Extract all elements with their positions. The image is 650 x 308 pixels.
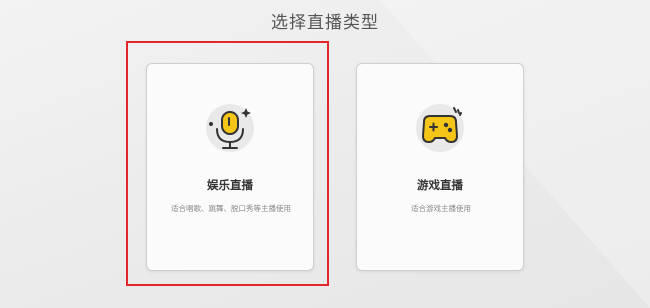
microphone-icon [200, 98, 260, 158]
live-type-card-gaming[interactable]: 游戏直播 适合游戏主播使用 [356, 63, 524, 271]
page-title: 选择直播类型 [271, 13, 379, 33]
card-title: 娱乐直播 [207, 178, 253, 192]
card-title: 游戏直播 [417, 178, 463, 192]
gamepad-icon [410, 98, 470, 158]
live-type-card-entertainment[interactable]: 娱乐直播 适合唱歌、跳舞、脱口秀等主播使用 [146, 63, 314, 271]
card-description: 适合唱歌、跳舞、脱口秀等主播使用 [171, 204, 291, 213]
card-description: 适合游戏主播使用 [411, 204, 471, 213]
